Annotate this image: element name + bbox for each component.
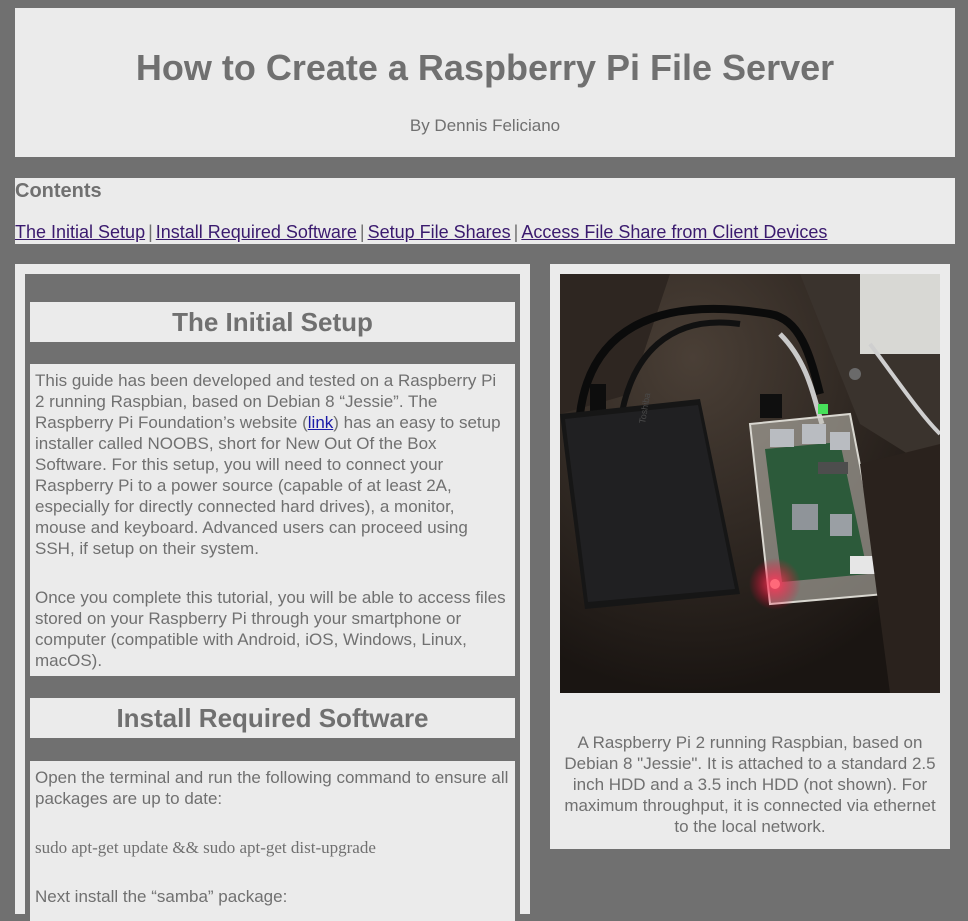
heading-initial-setup: The Initial Setup bbox=[30, 302, 515, 342]
toc-link-file-shares[interactable]: Setup File Shares bbox=[368, 222, 511, 242]
install-paragraph-2: Next install the “samba” package: bbox=[35, 887, 288, 906]
toc-link-initial-setup[interactable]: The Initial Setup bbox=[15, 222, 145, 242]
figure-column: Toshiba A Raspberry Pi 2 running Raspbia… bbox=[550, 264, 950, 849]
noobs-link[interactable]: link bbox=[308, 413, 334, 432]
initial-setup-panel: This guide has been developed and tested… bbox=[30, 364, 515, 676]
photo-illustration: Toshiba bbox=[560, 274, 940, 693]
toc-link-client-access[interactable]: Access File Share from Client Devices bbox=[521, 222, 827, 242]
toc-links: The Initial Setup | Install Required Softw… bbox=[15, 222, 827, 243]
install-software-panel: Open the terminal and run the following … bbox=[30, 761, 515, 921]
photo-caption: A Raspberry Pi 2 running Raspbian, based… bbox=[564, 733, 936, 836]
heading-install-software: Install Required Software bbox=[30, 698, 515, 738]
author-byline: By Dennis Feliciano bbox=[409, 116, 561, 135]
initial-setup-paragraph-2: Once you complete this tutorial, you wil… bbox=[35, 588, 506, 670]
toc-separator: | bbox=[148, 222, 153, 242]
install-paragraph-1: Open the terminal and run the following … bbox=[35, 768, 509, 808]
article-column: The Initial Setup This guide has been de… bbox=[15, 264, 530, 921]
contents-nav: Contents The Initial Setup | Install Requi… bbox=[15, 178, 955, 244]
raspberry-pi-photo: Toshiba bbox=[560, 274, 940, 693]
toc-link-install-software[interactable]: Install Required Software bbox=[156, 222, 357, 242]
toc-separator: | bbox=[359, 222, 365, 242]
page-title: How to Create a Raspberry Pi File Server bbox=[135, 47, 835, 88]
page-header: How to Create a Raspberry Pi File Server… bbox=[15, 8, 955, 157]
initial-setup-paragraph-1: This guide has been developed and tested… bbox=[35, 371, 501, 558]
contents-title: Contents bbox=[15, 180, 102, 202]
toc-separator: | bbox=[513, 222, 519, 242]
article-inner: The Initial Setup This guide has been de… bbox=[25, 274, 520, 921]
update-command: sudo apt-get update && sudo apt-get dist… bbox=[35, 838, 376, 857]
